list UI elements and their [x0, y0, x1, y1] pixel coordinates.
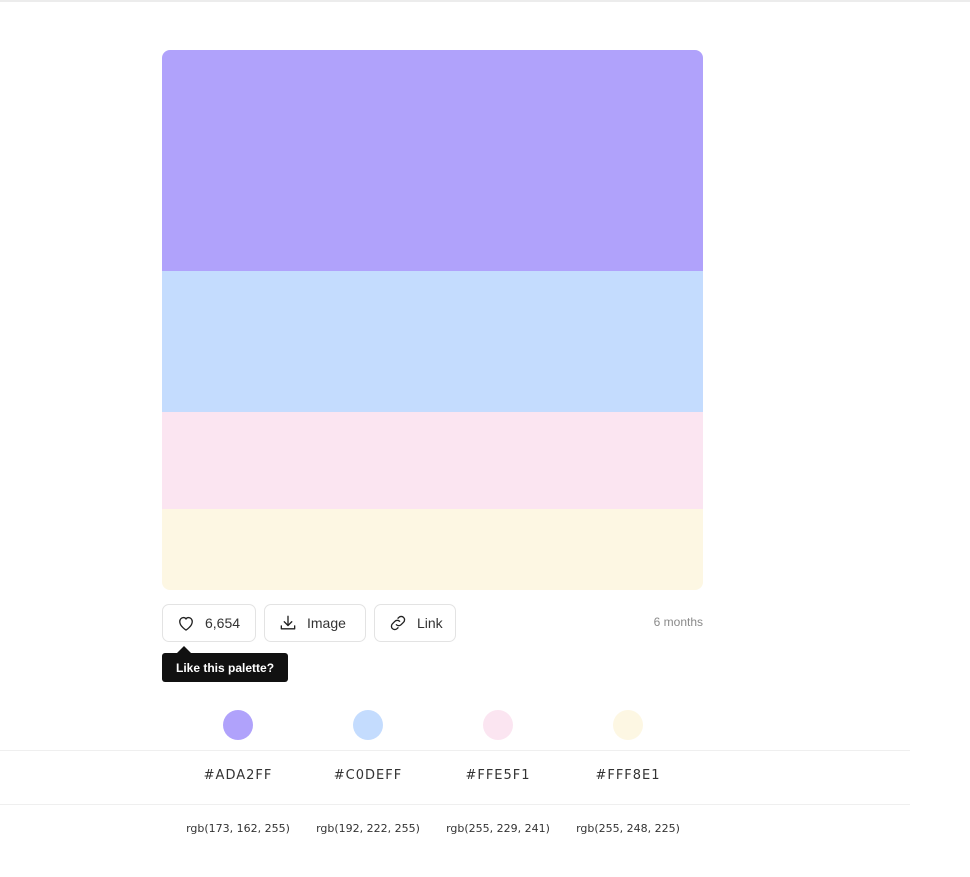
- rgb-code-4[interactable]: rgb(255, 248, 225): [563, 822, 693, 835]
- color-dot-3[interactable]: [483, 710, 513, 740]
- hex-code-3[interactable]: #FFE5F1: [433, 768, 563, 783]
- divider: [0, 804, 910, 805]
- hex-code-4[interactable]: #FFF8E1: [563, 768, 693, 783]
- image-button-label: Image: [307, 615, 346, 631]
- link-icon: [388, 613, 408, 633]
- palette-swatch-4[interactable]: [162, 509, 703, 590]
- palette-card: [162, 50, 703, 590]
- download-icon: [278, 613, 298, 633]
- palette-swatch-2[interactable]: [162, 271, 703, 412]
- color-dot-1[interactable]: [223, 710, 253, 740]
- hex-code-2[interactable]: #C0DEFF: [303, 768, 433, 783]
- copy-link-button[interactable]: Link: [374, 604, 456, 642]
- like-count: 6,654: [205, 615, 241, 631]
- divider: [0, 750, 910, 751]
- rgb-code-3[interactable]: rgb(255, 229, 241): [433, 822, 563, 835]
- link-button-label: Link: [417, 615, 443, 631]
- rgb-code-2[interactable]: rgb(192, 222, 255): [303, 822, 433, 835]
- timestamp: 6 months: [653, 615, 703, 629]
- top-border: [0, 0, 970, 2]
- hex-code-1[interactable]: #ADA2FF: [173, 768, 303, 783]
- heart-icon: [176, 613, 196, 633]
- rgb-code-1[interactable]: rgb(173, 162, 255): [173, 822, 303, 835]
- color-dot-2[interactable]: [353, 710, 383, 740]
- palette-swatch-1[interactable]: [162, 50, 703, 271]
- tooltip-arrow: [177, 646, 191, 653]
- like-tooltip: Like this palette?: [162, 653, 289, 682]
- download-image-button[interactable]: Image: [264, 604, 366, 642]
- like-button[interactable]: 6,654: [162, 604, 256, 642]
- palette-swatch-3[interactable]: [162, 412, 703, 509]
- color-dot-4[interactable]: [613, 710, 643, 740]
